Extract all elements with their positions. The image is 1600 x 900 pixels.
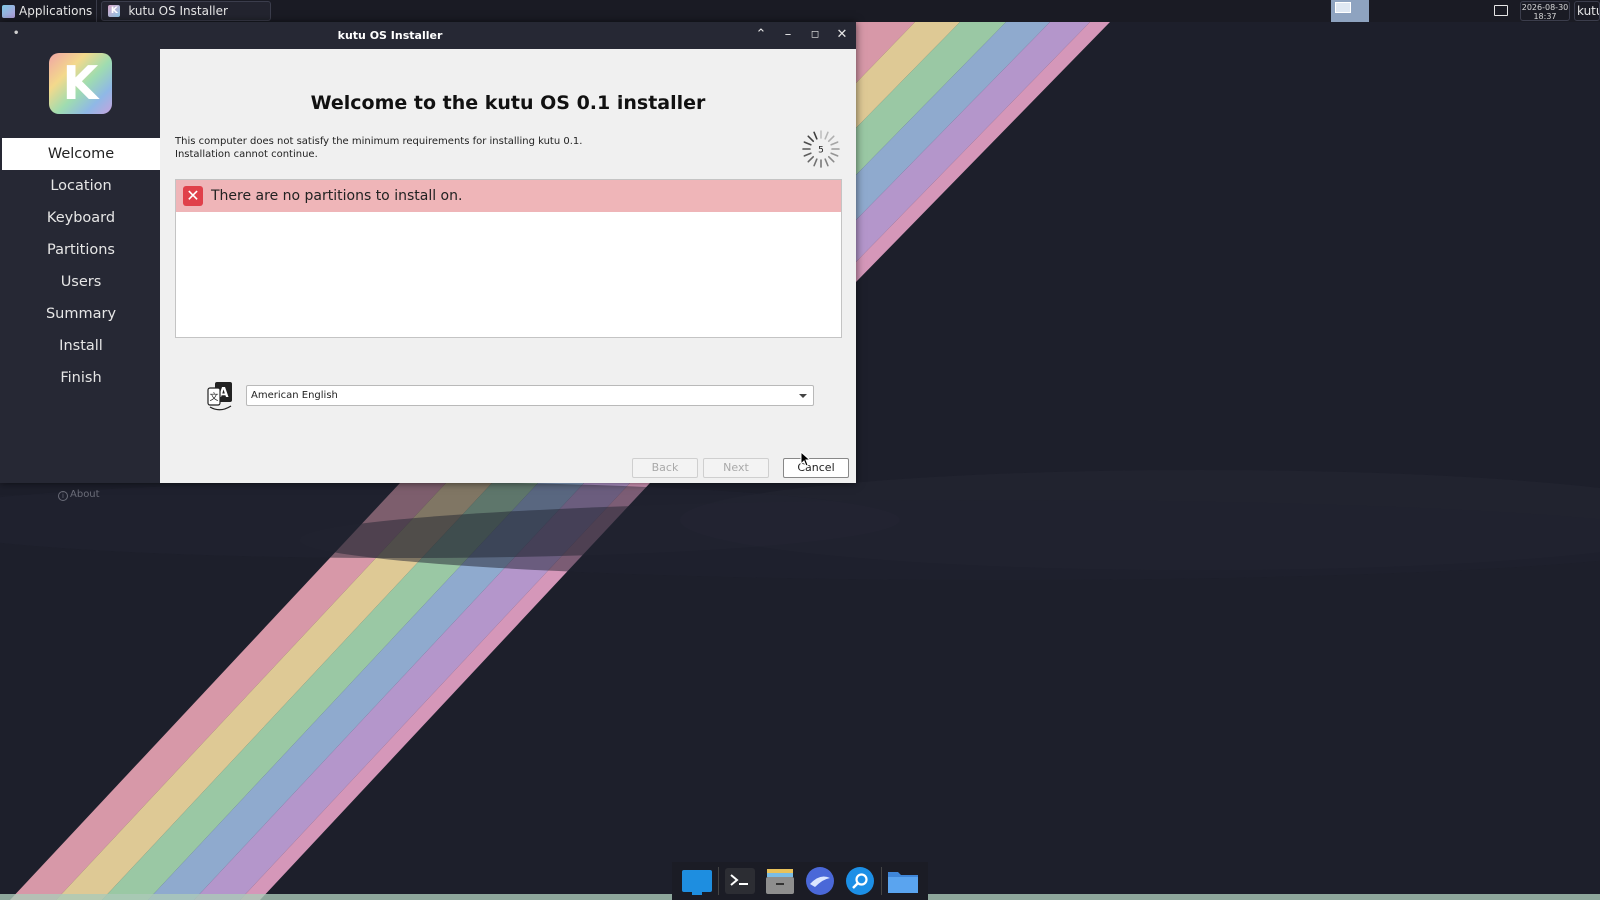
terminal-icon[interactable]: [723, 865, 757, 897]
error-icon: ✕: [183, 186, 203, 206]
requirements-line-2: Installation cannot continue.: [175, 149, 318, 160]
taskbar-item-label: kutu OS Installer: [128, 4, 228, 18]
sidebar: K Welcome Location Keyboard Partitions U…: [0, 49, 160, 501]
spinner-tick: [813, 131, 818, 140]
spinner-tick: [807, 135, 815, 143]
clock-date: 2026-08-30: [1521, 3, 1569, 12]
search-icon[interactable]: [843, 865, 877, 897]
installer-window: • kutu OS Installer ⌃ – ◻ ✕ K Welcome Lo…: [0, 22, 856, 501]
display-icon[interactable]: [1494, 5, 1508, 16]
next-button[interactable]: Next: [703, 458, 769, 478]
cancel-button[interactable]: Cancel: [783, 458, 849, 478]
page-title: Welcome to the kutu OS 0.1 installer: [310, 92, 706, 114]
dock-separator: [718, 867, 719, 895]
kutu-logo: K: [49, 53, 112, 114]
error-message: There are no partitions to install on.: [211, 188, 463, 204]
sidebar-item-keyboard: Keyboard: [46, 210, 116, 226]
back-button[interactable]: Back: [632, 458, 698, 478]
chevron-down-icon: [799, 394, 807, 398]
sidebar-item-location: Location: [50, 178, 112, 194]
shade-icon[interactable]: ⌃: [752, 26, 770, 44]
spinner-tick: [813, 158, 818, 167]
spinner-tick: [807, 155, 815, 163]
maximize-icon[interactable]: ◻: [806, 26, 824, 44]
window-title: kutu OS Installer: [337, 29, 443, 42]
svg-text:文: 文: [209, 391, 218, 403]
error-banner: ✕ There are no partitions to install on.: [176, 180, 841, 212]
browser-icon[interactable]: [803, 865, 837, 897]
minimize-icon[interactable]: –: [779, 26, 797, 44]
spinner-tick: [830, 152, 839, 157]
spinner-tick: [830, 141, 839, 146]
close-icon[interactable]: ✕: [833, 26, 851, 44]
sidebar-item-users: Users: [60, 274, 102, 290]
language-icon: A 文: [207, 382, 232, 411]
workspace-switcher[interactable]: [1331, 0, 1369, 22]
sidebar-item-summary: Summary: [45, 306, 117, 322]
language-select-value: American English: [251, 390, 338, 401]
applications-menu-button[interactable]: Applications: [0, 0, 98, 22]
requirements-message: This computer does not satisfy the minim…: [175, 135, 582, 161]
about-label: About: [70, 489, 100, 500]
spinner-tick: [827, 135, 835, 143]
desktop-icon[interactable]: [680, 865, 714, 897]
clock-time: 18:37: [1533, 12, 1557, 21]
language-select[interactable]: American English: [246, 385, 814, 406]
spinner-tick: [803, 141, 812, 146]
about-button[interactable]: i About: [58, 489, 100, 501]
clock[interactable]: 2026-08-30 18:37: [1520, 1, 1570, 21]
window-titlebar[interactable]: • kutu OS Installer ⌃ – ◻ ✕: [0, 22, 856, 49]
dock-separator: [881, 867, 882, 895]
requirements-error-panel: ✕ There are no partitions to install on.: [175, 179, 842, 338]
spinner-tick: [803, 152, 812, 157]
spinner-tick: [824, 131, 829, 140]
welcome-page: Welcome to the kutu OS 0.1 installer Thi…: [160, 49, 856, 483]
sidebar-item-welcome: Welcome: [2, 138, 160, 170]
applications-label: Applications: [19, 4, 93, 18]
mouse-cursor-icon: [800, 451, 810, 467]
spinner-tick: [824, 158, 829, 167]
spinner-icon: 5: [802, 130, 840, 168]
folder-icon[interactable]: [886, 865, 920, 897]
dock: [672, 862, 928, 900]
sidebar-item-partitions: Partitions: [47, 242, 115, 258]
spinner-count: 5: [818, 146, 824, 156]
user-menu[interactable]: kutu: [1574, 1, 1600, 21]
kutu-app-icon: K: [108, 5, 121, 17]
sidebar-item-finish: Finish: [60, 370, 102, 386]
info-icon: i: [58, 491, 68, 501]
taskbar-item-installer[interactable]: K kutu OS Installer: [101, 1, 272, 21]
archive-icon[interactable]: [763, 865, 797, 897]
spinner-tick: [827, 155, 835, 163]
sidebar-item-install: Install: [59, 338, 103, 354]
requirements-line-1: This computer does not satisfy the minim…: [175, 136, 583, 147]
applications-menu-icon: [2, 4, 15, 18]
